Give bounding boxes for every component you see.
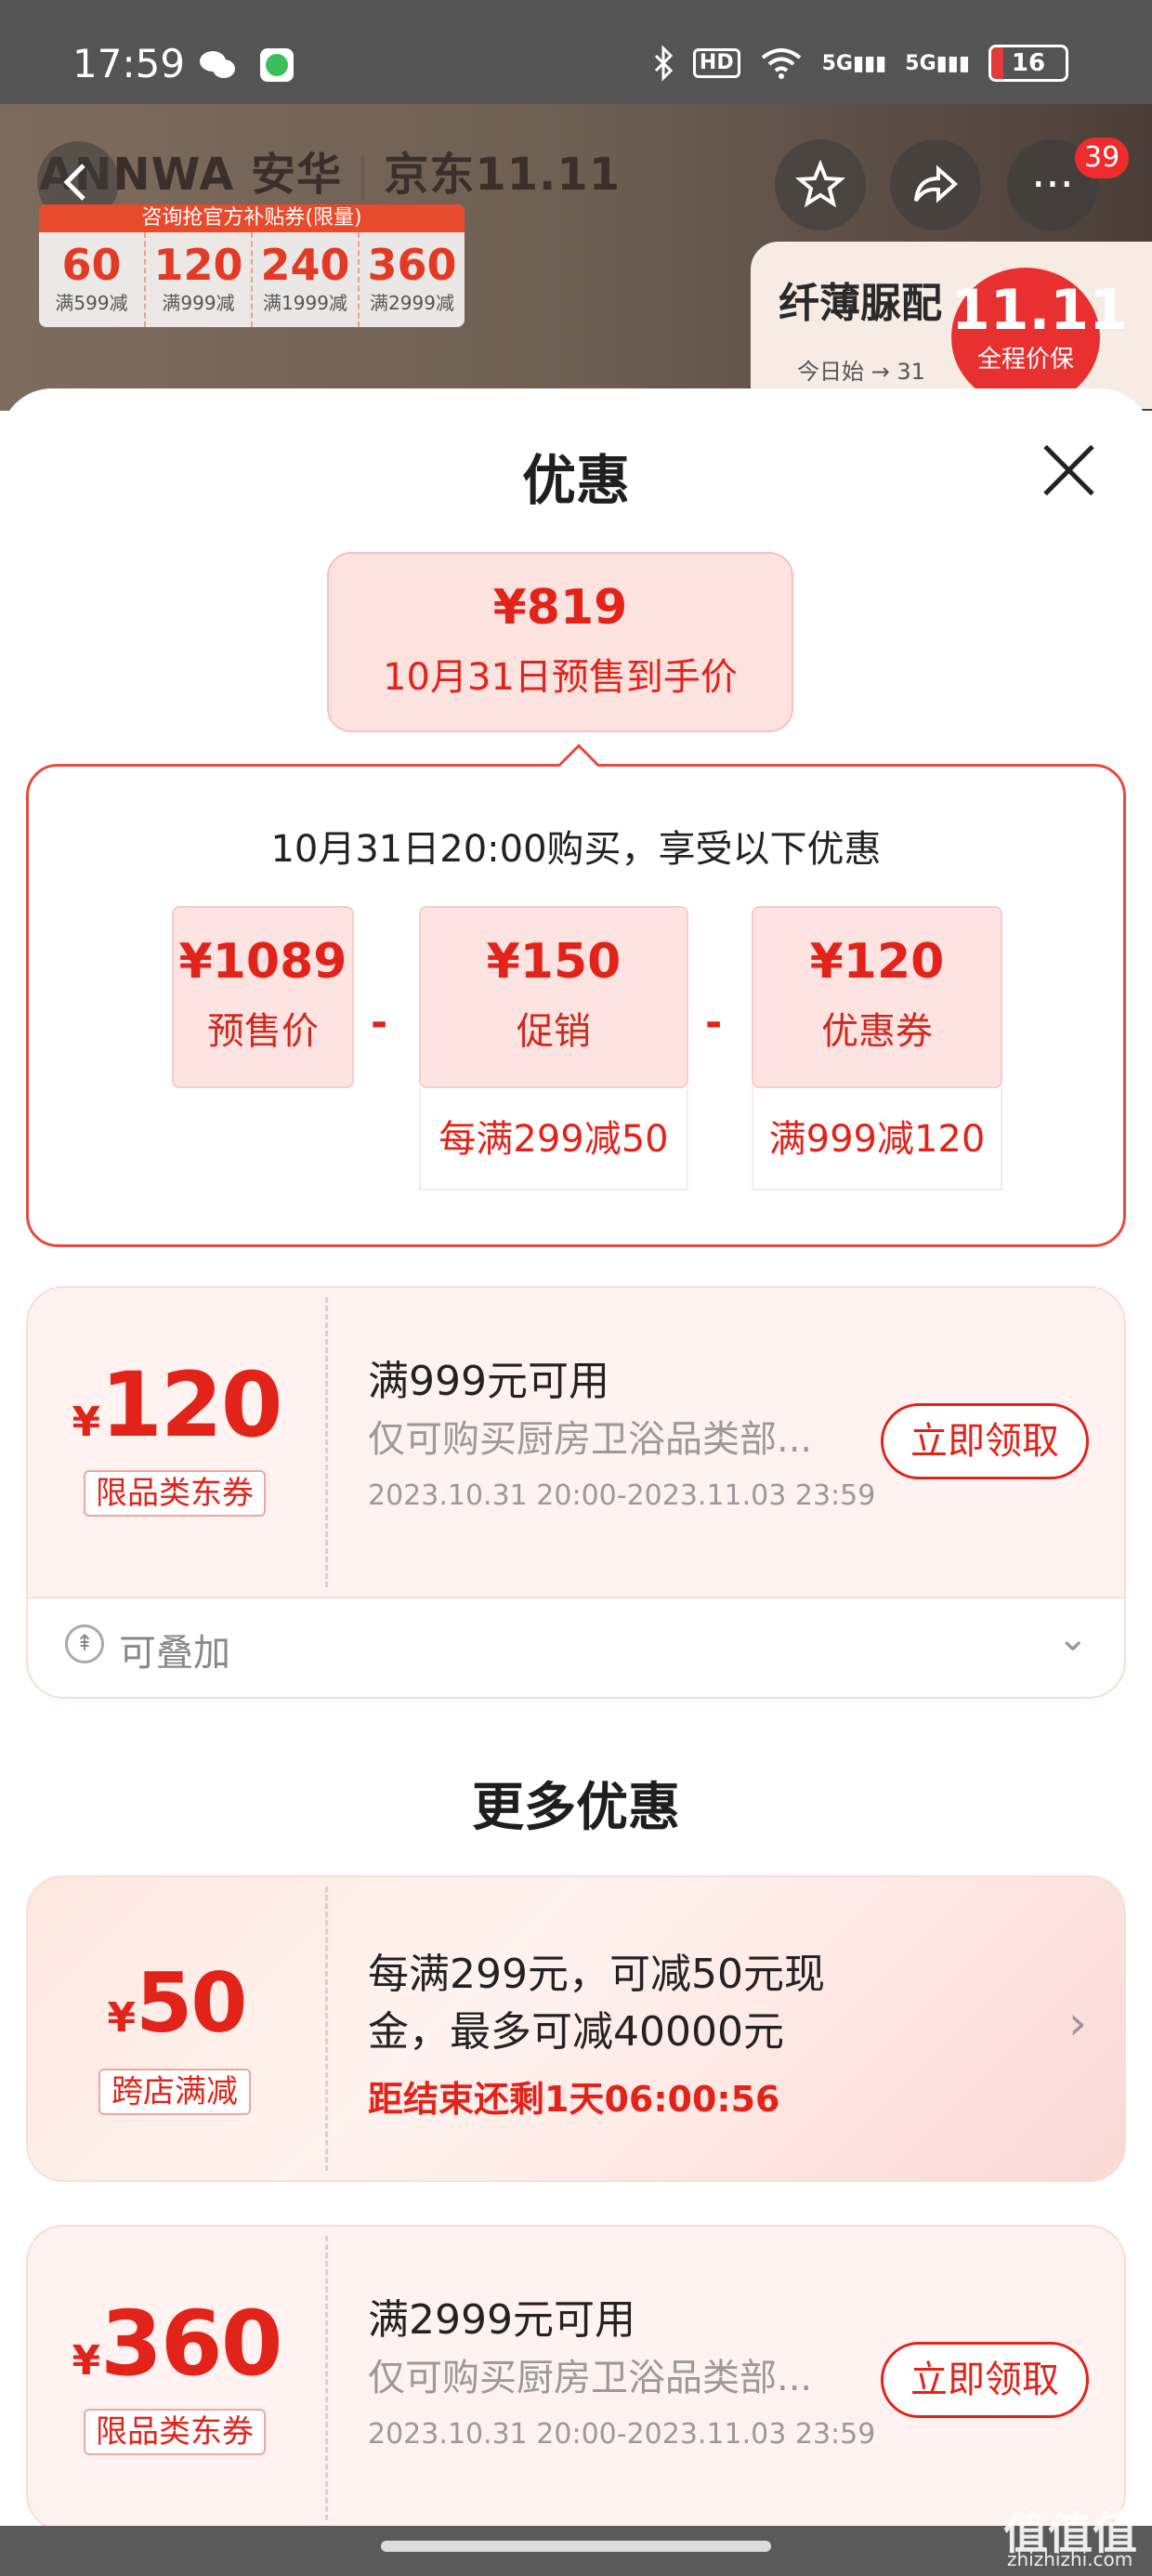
countdown-text: 距结束还剩1天06:00:56 <box>368 2079 780 2120</box>
minus-sign: - <box>371 999 388 1046</box>
status-right: HD 5G▮▮▮ 5G▮▮▮ 16 <box>652 45 1068 82</box>
brand-logo: ANNWA 安华 | 京东11.11 <box>39 149 622 201</box>
coupon-strip-header: 咨询抢官方补贴券(限量) <box>39 204 465 232</box>
final-price: ¥819 <box>492 580 628 636</box>
coupon-card: ¥120 限品类东券 满999元可用 仅可购买厨房卫浴品类部... 2023.1… <box>26 1286 1126 1598</box>
battery-icon: 16 <box>988 45 1068 82</box>
coupon-title-line1: 每满299元，可减50元现 <box>368 1951 825 1998</box>
signal1-icon: 5G▮▮▮ <box>821 51 887 75</box>
coupon-title: 满2999元可用 <box>368 2296 635 2344</box>
coupon-amount: ¥50 <box>107 1955 247 2051</box>
signal2-icon: 5G▮▮▮ <box>905 51 970 75</box>
navigation-bar <box>0 2526 1152 2576</box>
message-badge: 39 <box>1075 138 1130 178</box>
claim-coupon-button[interactable]: 立即领取 <box>881 1403 1089 1479</box>
coupon-date: 2023.10.31 20:00-2023.11.03 23:59 <box>368 2418 876 2451</box>
promotion-rule: 每满299减50 <box>419 1088 688 1190</box>
coupon-strip-item: 360 满2999减 <box>367 240 457 314</box>
cross-store-discount-card[interactable]: ¥50 跨店满减 每满299元，可减50元现 金，最多可减40000元 距结束还… <box>26 1875 1126 2182</box>
spotify-icon <box>260 48 294 82</box>
coupon-box: ¥120 优惠券 <box>752 906 1002 1088</box>
coupon-desc: 仅可购买厨房卫浴品类部... <box>368 1418 813 1461</box>
coupon-date: 2023.10.31 20:00-2023.11.03 23:59 <box>368 1479 876 1512</box>
share-icon <box>914 164 959 204</box>
claim-coupon-button[interactable]: 立即领取 <box>881 2342 1089 2418</box>
chevron-down-icon: ⌄ <box>1057 1617 1089 1660</box>
coupon-strip-item: 240 满1999减 <box>253 232 360 327</box>
watermark-sub: zhizhizhi.com <box>1007 2548 1133 2570</box>
stackable-label: 可叠加 <box>119 1632 230 1675</box>
breakdown-text: 10月31日20:00购买，享受以下优惠 <box>270 828 882 871</box>
coupon-title-line2: 金，最多可减40000元 <box>368 2008 784 2056</box>
final-price-label: 10月31日预售到手价 <box>383 656 738 699</box>
coupon-title: 满999元可用 <box>368 1358 609 1405</box>
favorite-button[interactable] <box>775 139 866 230</box>
coupon-tag: 限品类东券 <box>84 2409 266 2455</box>
subsidy-coupon-strip[interactable]: 咨询抢官方补贴券(限量) 60 满599减 120 满999减 240 满1999减 … <box>39 204 465 327</box>
double-eleven-badge: 11.11 全程价保 <box>951 268 1128 407</box>
star-icon <box>795 160 845 208</box>
bluetooth-icon <box>654 45 674 82</box>
coupon-strip-item: 120 满999减 <box>146 232 253 327</box>
product-background: ANNWA 安华 | 京东11.11 咨询抢官方补贴券(限量) 60 满599减 12… <box>0 104 1152 411</box>
price-breakdown: 10月31日20:00购买，享受以下优惠 ¥1089 预售价 - ¥150 促销… <box>26 743 1126 1247</box>
close-button[interactable] <box>1039 440 1098 500</box>
presale-price-box: ¥1089 预售价 <box>172 906 354 1088</box>
promo-title: 纤薄脲配 <box>779 280 942 327</box>
home-indicator[interactable] <box>381 2541 771 2552</box>
discount-sheet: 优惠 ¥819 10月31日预售到手价 10月31日20:00购买，享受以下优惠… <box>0 388 1152 2531</box>
status-bar: 17:59 HD 5G▮▮▮ 5G▮▮▮ 16 <box>0 0 1152 104</box>
coupon-amount: ¥120 <box>72 1353 282 1457</box>
wifi-icon <box>761 48 801 79</box>
more-discounts-title: 更多优惠 <box>472 1778 680 1838</box>
coupon-amount: ¥360 <box>72 2292 282 2396</box>
coupon-rule: 满999减120 <box>752 1088 1002 1190</box>
coupon-tag: 限品类东券 <box>84 1470 266 1517</box>
more-dots-icon: ··· <box>1031 159 1074 211</box>
sheet-title: 优惠 <box>521 449 630 512</box>
coupon-card: ¥360 限品类东券 满2999元可用 仅可购买厨房卫浴品类部... 2023.… <box>26 2225 1126 2531</box>
chevron-right-icon: › <box>1068 1996 1087 2050</box>
promo-sub: 今日始 → 31 <box>797 359 925 385</box>
coupon-desc: 仅可购买厨房卫浴品类部... <box>368 2357 813 2399</box>
wechat-icon <box>200 51 235 78</box>
coupon-tag: 跨店满减 <box>98 2069 251 2115</box>
promotion-box: ¥150 促销 <box>419 906 688 1088</box>
status-time: 17:59 <box>72 41 186 86</box>
stack-icon: ⇞ <box>65 1624 104 1663</box>
coupon-strip-item: 60 满599减 <box>39 232 146 327</box>
minus-sign: - <box>705 999 723 1046</box>
stackable-toggle[interactable]: ⇞ 可叠加 ⌄ <box>26 1597 1126 1699</box>
share-button[interactable] <box>890 139 981 230</box>
hd-icon: HD <box>692 48 740 78</box>
final-price-box: ¥819 10月31日预售到手价 <box>327 552 793 732</box>
